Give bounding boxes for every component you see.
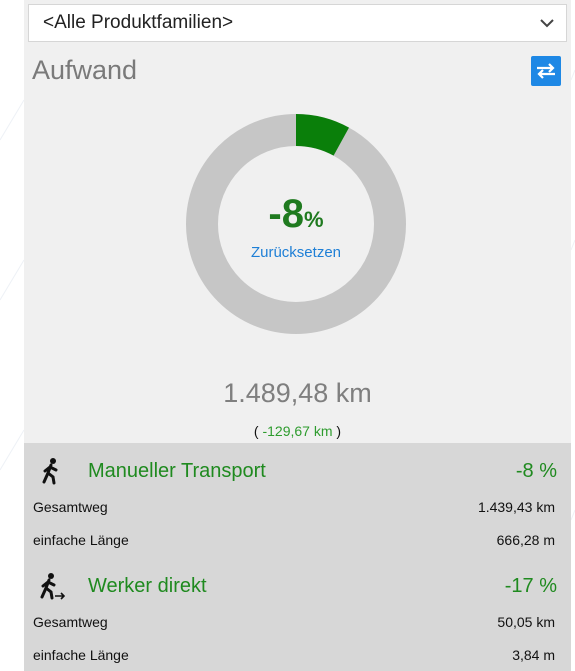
walking-worker-arrow-icon	[40, 573, 65, 600]
walking-person-icon	[42, 458, 58, 485]
donut-center: -8% Zurücksetzen	[186, 114, 406, 334]
product-family-dropdown[interactable]: <Alle Produktfamilien>	[28, 4, 567, 42]
table-row: Gesamtweg 50,05 km	[24, 610, 571, 634]
delta-open-paren: (	[253, 423, 259, 439]
table-row: einfache Länge 3,84 m	[24, 643, 571, 667]
distance-delta: ( -129,67 km )	[24, 423, 571, 439]
reset-link[interactable]: Zurücksetzen	[251, 244, 341, 261]
chevron-down-icon[interactable]	[538, 14, 556, 32]
delta-close-paren: )	[336, 423, 342, 439]
row-value: 50,05 km	[497, 614, 555, 630]
percent-unit: %	[304, 206, 324, 232]
row-value: 3,84 m	[512, 647, 555, 663]
row-label: einfache Länge	[33, 532, 129, 548]
section-manual-transport: Manueller Transport -8 %	[24, 455, 571, 487]
section-percent: -8 %	[515, 459, 557, 482]
percent-value: -8	[268, 191, 304, 236]
delta-value: -129,67 km	[262, 423, 333, 439]
table-row: Gesamtweg 1.439,43 km	[24, 495, 571, 519]
swap-button[interactable]	[531, 56, 561, 86]
panel-title: Aufwand	[32, 55, 138, 85]
effort-panel: <Alle Produktfamilien> Aufwand -8% Zurüc…	[24, 0, 571, 671]
row-label: Gesamtweg	[33, 499, 108, 515]
row-value: 1.439,43 km	[477, 499, 555, 515]
section-name: Werker direkt	[88, 574, 207, 597]
section-worker-direct: Werker direkt -17 %	[24, 570, 571, 602]
reduction-percent: -8%	[268, 194, 323, 234]
dropdown-value: <Alle Produktfamilien>	[43, 12, 234, 33]
table-row: einfache Länge 666,28 m	[24, 528, 571, 552]
section-name: Manueller Transport	[88, 459, 266, 482]
row-value: 666,28 m	[496, 532, 555, 548]
details-area: Manueller Transport -8 % Gesamtweg 1.439…	[24, 443, 571, 671]
row-label: Gesamtweg	[33, 614, 108, 630]
row-label: einfache Länge	[33, 647, 129, 663]
section-percent: -17 %	[504, 574, 557, 597]
swap-arrows-icon	[537, 63, 555, 79]
total-distance: 1.489,48 km	[223, 378, 372, 408]
